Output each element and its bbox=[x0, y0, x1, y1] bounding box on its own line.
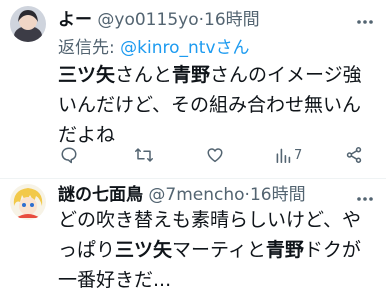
user-handle[interactable]: @7mencho bbox=[148, 185, 244, 205]
reply-prefix: 返信先: bbox=[58, 38, 115, 58]
more-icon[interactable] bbox=[356, 10, 374, 29]
tweet-text-line: どの吹き替えも素晴らしいけど、や bbox=[58, 209, 362, 231]
reply-to-line: 返信先: @kinro_ntvさん bbox=[58, 36, 250, 60]
reply-button[interactable] bbox=[60, 144, 78, 166]
timestamp[interactable]: 16時間 bbox=[204, 10, 260, 30]
tweet-header: 謎の七面鳥 @7mencho·16時間 bbox=[58, 183, 306, 207]
reply-mention-link[interactable]: @kinro_ntvさん bbox=[120, 38, 249, 58]
views-count: 7 bbox=[294, 147, 303, 163]
display-name[interactable]: 謎の七面鳥 bbox=[58, 185, 143, 205]
tweet-text-line: 三ツ矢さんと青野さんのイメージ強 bbox=[58, 60, 362, 90]
like-icon bbox=[207, 148, 223, 163]
tweet-text: どの吹き替えも素晴らしいけど、や っぱり三ツ矢マーティと青野ドクが 一番好きだ.… bbox=[58, 205, 361, 295]
text-segment: マーティと bbox=[172, 239, 266, 261]
tweet-text-line: 一番好きだ... bbox=[58, 269, 172, 291]
reply-icon bbox=[61, 147, 77, 164]
views-icon bbox=[276, 148, 291, 163]
tweet[interactable]: よー @yo0115yo·16時間 返信先: @kinro_ntvさん 三ツ矢さ… bbox=[0, 0, 386, 178]
views-button[interactable]: 7 bbox=[275, 144, 302, 166]
tweet[interactable]: 謎の七面鳥 @7mencho·16時間 どの吹き替えも素晴らしいけど、や っぱり… bbox=[0, 179, 386, 293]
text-segment: さんのイメージ強 bbox=[210, 64, 362, 86]
retweet-icon bbox=[135, 148, 153, 162]
text-segment: ドクが bbox=[303, 239, 361, 261]
tweet-header: よー @yo0115yo·16時間 bbox=[58, 8, 260, 32]
highlighted-term: 青野 bbox=[265, 239, 304, 261]
share-icon bbox=[346, 147, 362, 163]
tweet-text-line: っぱり三ツ矢マーティと青野ドクが bbox=[58, 235, 361, 265]
more-icon[interactable] bbox=[356, 187, 374, 206]
text-segment: さんと bbox=[115, 64, 173, 86]
user-handle[interactable]: @yo0115yo bbox=[97, 10, 198, 30]
highlighted-term: 三ツ矢 bbox=[115, 239, 173, 261]
like-button[interactable] bbox=[206, 144, 224, 166]
highlighted-term: 三ツ矢 bbox=[58, 64, 116, 86]
retweet-button[interactable] bbox=[134, 144, 154, 166]
avatar[interactable] bbox=[10, 184, 46, 220]
timestamp[interactable]: 16時間 bbox=[250, 185, 306, 205]
avatar[interactable] bbox=[10, 6, 46, 42]
highlighted-term: 青野 bbox=[172, 64, 211, 86]
display-name[interactable]: よー bbox=[58, 10, 92, 30]
tweet-text-line: いんだけど、その組み合わせ無いん bbox=[58, 94, 362, 116]
share-button[interactable] bbox=[345, 144, 363, 166]
tweet-actions: 7 bbox=[58, 144, 368, 166]
text-segment: っぱり bbox=[58, 239, 116, 261]
tweet-text: 三ツ矢さんと青野さんのイメージ強 いんだけど、その組み合わせ無いん だよね bbox=[58, 60, 362, 150]
